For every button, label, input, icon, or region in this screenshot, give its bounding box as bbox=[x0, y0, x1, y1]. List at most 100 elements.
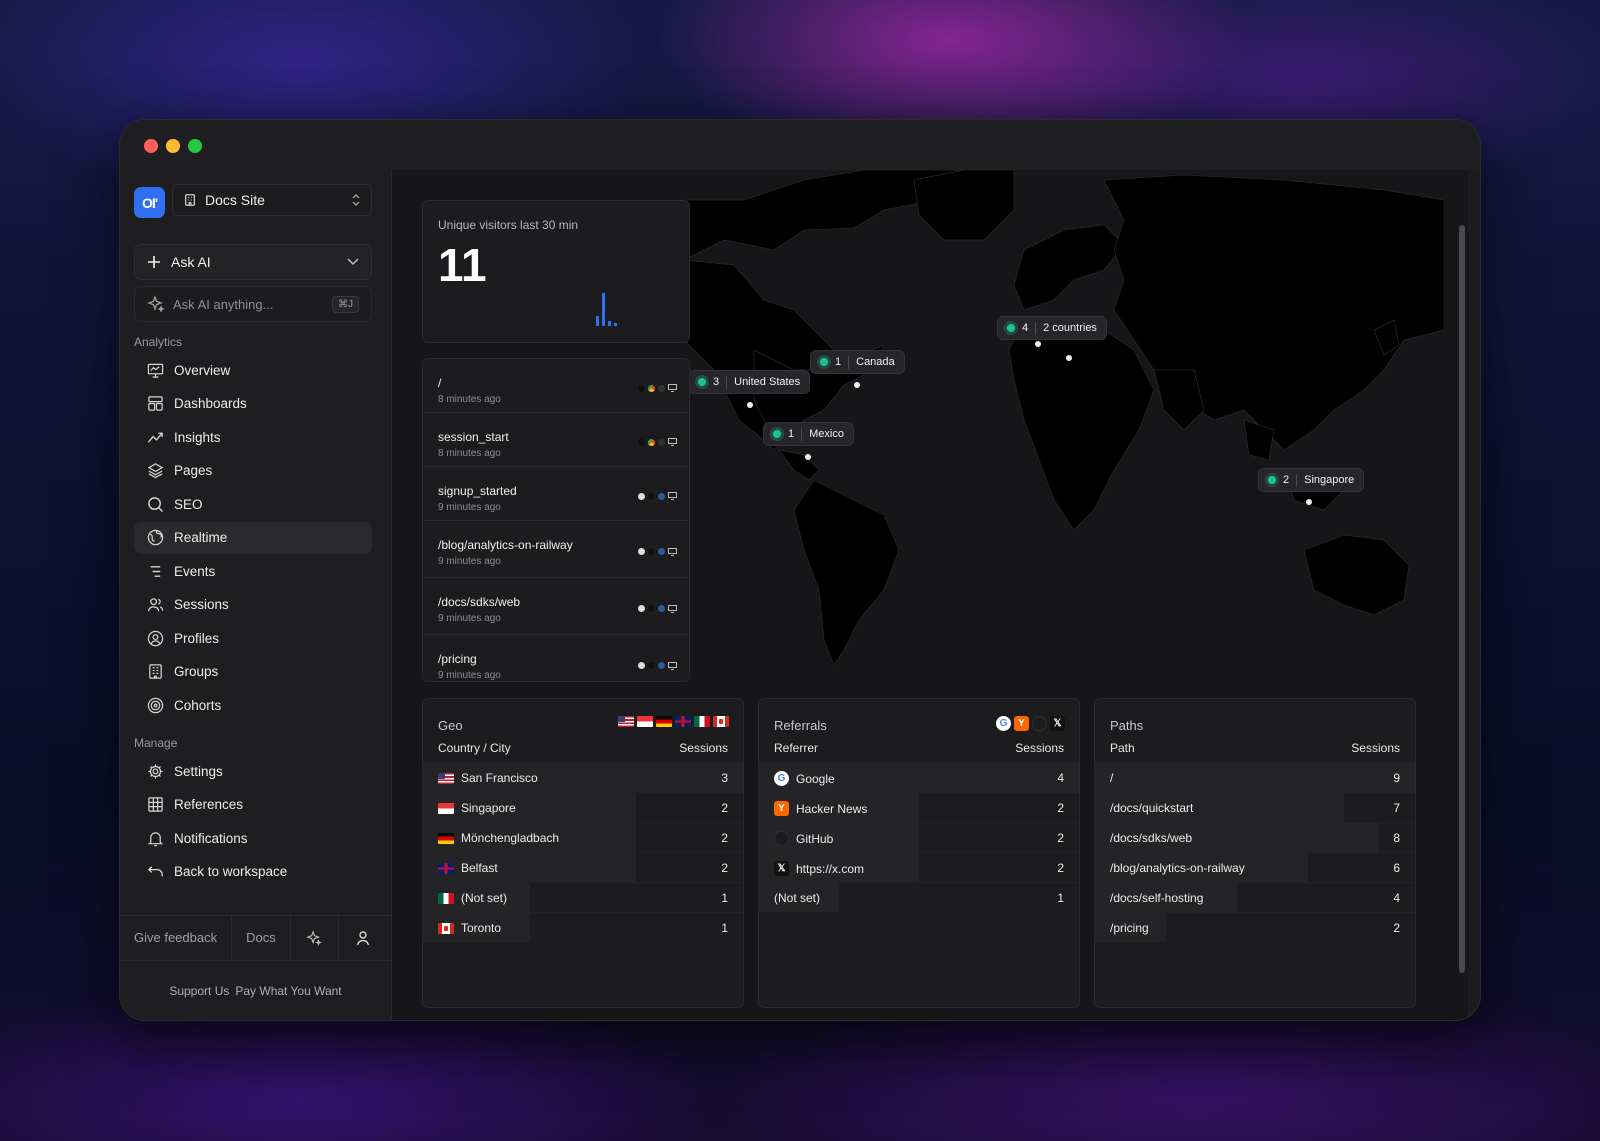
sidebar-item-groups[interactable]: Groups bbox=[134, 656, 372, 688]
target-icon bbox=[146, 696, 164, 714]
map-location-label[interactable]: 3 United States bbox=[688, 370, 811, 394]
table-row[interactable]: San Francisco 3 bbox=[423, 762, 743, 792]
table-row[interactable]: Mönchengladbach 2 bbox=[423, 822, 743, 852]
feed-event-name: /pricing bbox=[438, 652, 477, 666]
os-icon bbox=[638, 548, 645, 555]
main-scrollbar[interactable] bbox=[1459, 225, 1465, 973]
table-row[interactable]: Singapore 2 bbox=[423, 792, 743, 822]
table-row[interactable]: Toronto 1 bbox=[423, 912, 743, 942]
feed-row[interactable]: / 8 minutes ago bbox=[423, 359, 689, 413]
map-location-label[interactable]: 1 Canada bbox=[810, 350, 905, 374]
sidebar-item-cohorts[interactable]: Cohorts bbox=[134, 689, 372, 721]
sidebar-item-events[interactable]: Events bbox=[134, 555, 372, 587]
country-icon bbox=[658, 438, 665, 446]
table-row[interactable]: /9 bbox=[1095, 762, 1415, 792]
support-banner[interactable]: Support Us Pay What You Want bbox=[120, 960, 391, 1020]
feed-row[interactable]: session_start 8 minutes ago bbox=[423, 413, 689, 467]
building-icon bbox=[146, 663, 164, 681]
feed-row[interactable]: /blog/analytics-on-railway 9 minutes ago bbox=[423, 521, 689, 578]
sidebar-item-references[interactable]: References bbox=[134, 789, 372, 821]
sidebar-item-insights[interactable]: Insights bbox=[134, 421, 372, 453]
divider bbox=[1296, 473, 1298, 487]
table-row[interactable]: /docs/sdks/web 8 bbox=[1095, 822, 1415, 852]
sidebar-item-dashboards[interactable]: Dashboards bbox=[134, 388, 372, 420]
table-row[interactable]: Y Hacker News 2 bbox=[759, 792, 1079, 822]
paths-column-sessions: Sessions bbox=[1351, 741, 1400, 755]
sidebar-item-overview[interactable]: Overview bbox=[134, 354, 372, 386]
row-label: /pricing bbox=[1110, 921, 1149, 935]
ask-ai-placeholder: Ask AI anything... bbox=[173, 296, 274, 312]
realtime-main: 4 2 countries 1 Canada 3 United States 1 Mexico… bbox=[392, 170, 1468, 1020]
pay-what-you-want-text: Pay What You Want bbox=[235, 983, 342, 998]
close-window-button[interactable] bbox=[144, 139, 158, 153]
user-icon[interactable] bbox=[339, 916, 387, 959]
table-row[interactable]: /pricing 2 bbox=[1095, 912, 1415, 942]
sidebar-item-back-to-workspace[interactable]: Back to workspace bbox=[134, 856, 372, 888]
sidebar-item-notifications[interactable]: Notifications bbox=[134, 822, 372, 854]
geo-flag-strip bbox=[618, 716, 729, 727]
map-location-label[interactable]: 1 Mexico bbox=[763, 422, 854, 446]
row-sessions: 8 bbox=[1393, 831, 1400, 845]
sidebar-item-sessions[interactable]: Sessions bbox=[134, 589, 372, 621]
paths-title: Paths bbox=[1110, 718, 1144, 733]
nav-item-label: Realtime bbox=[174, 530, 228, 545]
ask-ai-input[interactable]: Ask AI anything... ⌘J bbox=[134, 286, 372, 322]
app-logo[interactable]: OI' bbox=[134, 187, 165, 218]
table-row[interactable]: 𝕏https://x.com 2 bbox=[759, 852, 1079, 882]
sidebar-item-realtime[interactable]: Realtime bbox=[134, 521, 372, 554]
sparkle-icon bbox=[147, 295, 165, 313]
sidebar-item-settings[interactable]: Settings bbox=[134, 755, 372, 787]
ask-ai-button[interactable]: Ask AI bbox=[134, 244, 372, 280]
row-label: Belfast bbox=[438, 861, 498, 875]
row-sessions: 1 bbox=[1057, 891, 1064, 905]
row-sessions: 1 bbox=[721, 891, 728, 905]
map-visitor-dot[interactable] bbox=[1066, 355, 1072, 361]
x-icon: 𝕏 bbox=[774, 861, 789, 876]
map-location-count: 1 bbox=[788, 428, 795, 440]
map-visitor-dot[interactable] bbox=[854, 382, 860, 388]
google-icon: G bbox=[996, 716, 1011, 731]
table-row[interactable]: /blog/analytics-on-railway 6 bbox=[1095, 852, 1415, 882]
feed-row[interactable]: /pricing 9 minutes ago bbox=[423, 635, 689, 681]
user-circle-icon bbox=[146, 629, 164, 647]
map-visitor-dot[interactable] bbox=[805, 454, 811, 460]
map-location-label[interactable]: 2 Singapore bbox=[1258, 468, 1365, 492]
feed-event-time: 9 minutes ago bbox=[438, 502, 501, 513]
give-feedback-button[interactable]: Give feedback bbox=[120, 916, 233, 959]
dashboard-icon bbox=[146, 395, 164, 413]
flag-mx-icon bbox=[438, 892, 454, 904]
map-location-count: 1 bbox=[835, 356, 842, 368]
sidebar-item-seo[interactable]: SEO bbox=[134, 488, 372, 520]
map-visitor-dot[interactable] bbox=[1035, 341, 1041, 347]
table-row[interactable]: (Not set) 1 bbox=[759, 882, 1079, 912]
browser-icon bbox=[648, 662, 655, 669]
sparkle-icon[interactable] bbox=[291, 916, 339, 959]
desktop-icon bbox=[668, 384, 677, 392]
zoom-window-button[interactable] bbox=[188, 139, 202, 153]
table-row[interactable]: Belfast 2 bbox=[423, 852, 743, 882]
row-sessions: 2 bbox=[1057, 801, 1064, 815]
table-row[interactable]: /docs/self-hosting 4 bbox=[1095, 882, 1415, 912]
building-icon bbox=[183, 193, 197, 207]
nav-item-label: Overview bbox=[174, 362, 231, 378]
docs-link[interactable]: Docs bbox=[232, 916, 291, 959]
table-row[interactable]: GitHub 2 bbox=[759, 822, 1079, 852]
row-label: /docs/self-hosting bbox=[1110, 891, 1203, 905]
map-visitor-dot[interactable] bbox=[747, 402, 753, 408]
feed-row[interactable]: signup_started 9 minutes ago bbox=[423, 467, 689, 521]
sidebar-item-profiles[interactable]: Profiles bbox=[134, 622, 372, 654]
row-sessions: 7 bbox=[1393, 801, 1400, 815]
row-label: San Francisco bbox=[438, 771, 538, 785]
map-visitor-dot[interactable] bbox=[1306, 499, 1312, 505]
nav-item-label: Notifications bbox=[174, 830, 248, 846]
minimize-window-button[interactable] bbox=[166, 139, 180, 153]
google-icon: G bbox=[774, 771, 789, 786]
row-name: (Not set) bbox=[774, 891, 821, 905]
feed-row[interactable]: /docs/sdks/web 9 minutes ago bbox=[423, 578, 689, 635]
table-row[interactable]: G Google 4 bbox=[759, 762, 1079, 792]
table-row[interactable]: /docs/quickstart 7 bbox=[1095, 792, 1415, 822]
table-row[interactable]: (Not set) 1 bbox=[423, 882, 743, 912]
sidebar-item-pages[interactable]: Pages bbox=[134, 455, 372, 487]
site-selector[interactable]: Docs Site bbox=[172, 184, 372, 216]
map-location-label[interactable]: 4 2 countries bbox=[997, 316, 1107, 340]
